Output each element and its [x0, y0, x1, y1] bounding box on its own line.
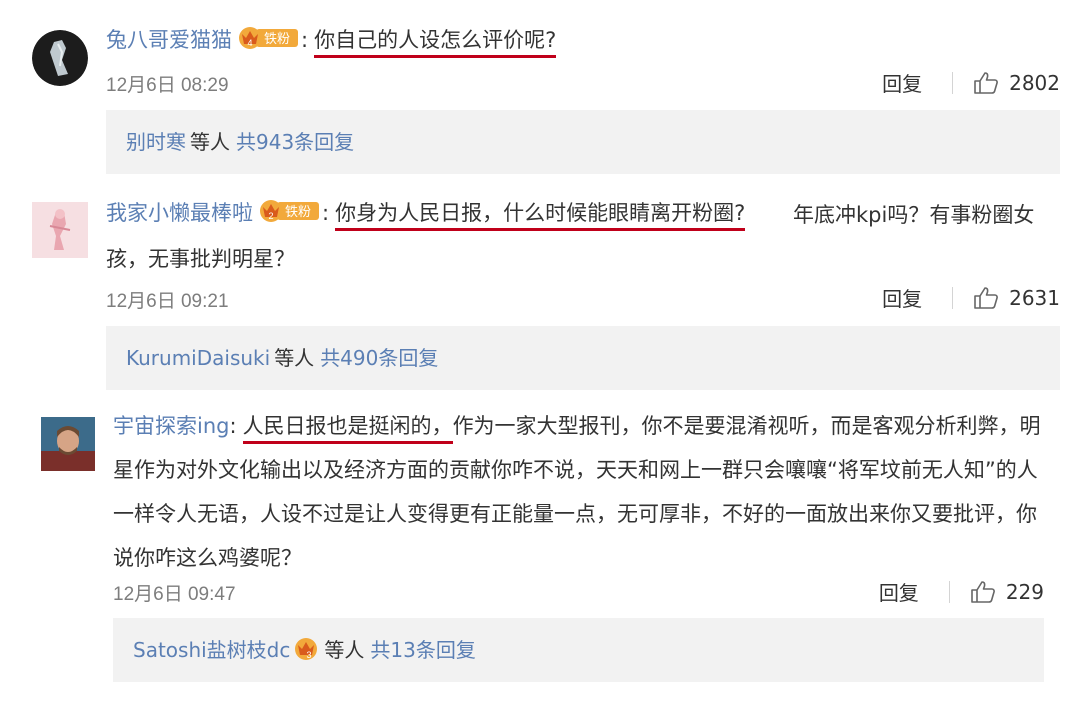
comment-actions: 回复 229 [879, 577, 1044, 606]
replies-summary[interactable]: 别时寒 等人 共943条回复 [106, 110, 1060, 174]
comment-text-highlight: 人民日报也是挺闲的， [242, 414, 453, 444]
divider [952, 286, 954, 309]
reply-count-link[interactable]: 共13条回复 [370, 638, 475, 662]
reply-button[interactable]: 回复 [879, 577, 919, 606]
reply-button[interactable]: 回复 [882, 283, 922, 312]
divider [952, 71, 954, 94]
reply-count-link[interactable]: 共490条回复 [320, 346, 438, 370]
svg-text:铁粉: 铁粉 [264, 32, 290, 47]
comment-text: 宇宙探索ing: 人民日报也是挺闲的，作为一家大型报刊，你不是要混淆视听，而是客观… [113, 414, 1041, 570]
replies-summary[interactable]: KurumiDaisuki 等人 共490条回复 [106, 326, 1060, 390]
avatar-image [41, 417, 95, 471]
like-button[interactable]: 2802 [973, 71, 1060, 95]
thumbs-up-icon [974, 286, 999, 309]
comment-text: 你自己的人设怎么评价呢? [314, 28, 557, 58]
reply-button[interactable]: 回复 [882, 68, 922, 97]
reply-user[interactable]: 别时寒 [126, 130, 186, 154]
fan-badge: 3 [294, 637, 318, 661]
avatar-image [32, 30, 88, 86]
comment-actions: 回复 2802 [882, 68, 1060, 97]
avatar-image [32, 202, 88, 258]
replies-summary[interactable]: Satoshi盐树枝dc 3 等人 共13条回复 [113, 618, 1044, 682]
like-button[interactable]: 229 [970, 580, 1044, 604]
reply-count-link[interactable]: 共943条回复 [236, 130, 354, 154]
fan-badge: 4 铁粉 [238, 26, 300, 50]
crown-badge-icon: 4 铁粉 [239, 27, 298, 49]
comment-text: 年底冲kpi吗？有事粉圈女孩，无事批判明星？ [106, 203, 1035, 271]
reply-user[interactable]: KurumiDaisuki [126, 346, 270, 370]
avatar[interactable] [41, 417, 95, 471]
comment-actions: 回复 2631 [882, 283, 1060, 312]
like-count: 2631 [1009, 285, 1060, 310]
avatar[interactable] [32, 30, 88, 86]
username[interactable]: 兔八哥爱猫猫 [106, 28, 232, 52]
like-count: 2802 [1009, 70, 1060, 95]
svg-text:4: 4 [247, 38, 252, 48]
divider [948, 580, 950, 603]
timestamp: 12月6日 08:29 [106, 75, 229, 96]
comment-line: 兔八哥爱猫猫 4 铁粉 : 你自己的人设怎么评价呢? [106, 26, 557, 58]
username[interactable]: 宇宙探索ing [113, 414, 229, 438]
timestamp: 12月6日 09:47 [113, 584, 236, 605]
reply-user[interactable]: Satoshi盐树枝dc [133, 638, 290, 662]
like-count: 229 [1005, 579, 1044, 604]
like-button[interactable]: 2631 [973, 286, 1060, 310]
thumbs-up-icon [974, 71, 999, 94]
avatar[interactable] [32, 202, 88, 258]
crown-badge-icon: 3 [295, 638, 318, 660]
thumbs-up-icon [971, 580, 995, 603]
timestamp: 12月6日 09:21 [106, 291, 229, 312]
svg-text:3: 3 [307, 650, 312, 660]
